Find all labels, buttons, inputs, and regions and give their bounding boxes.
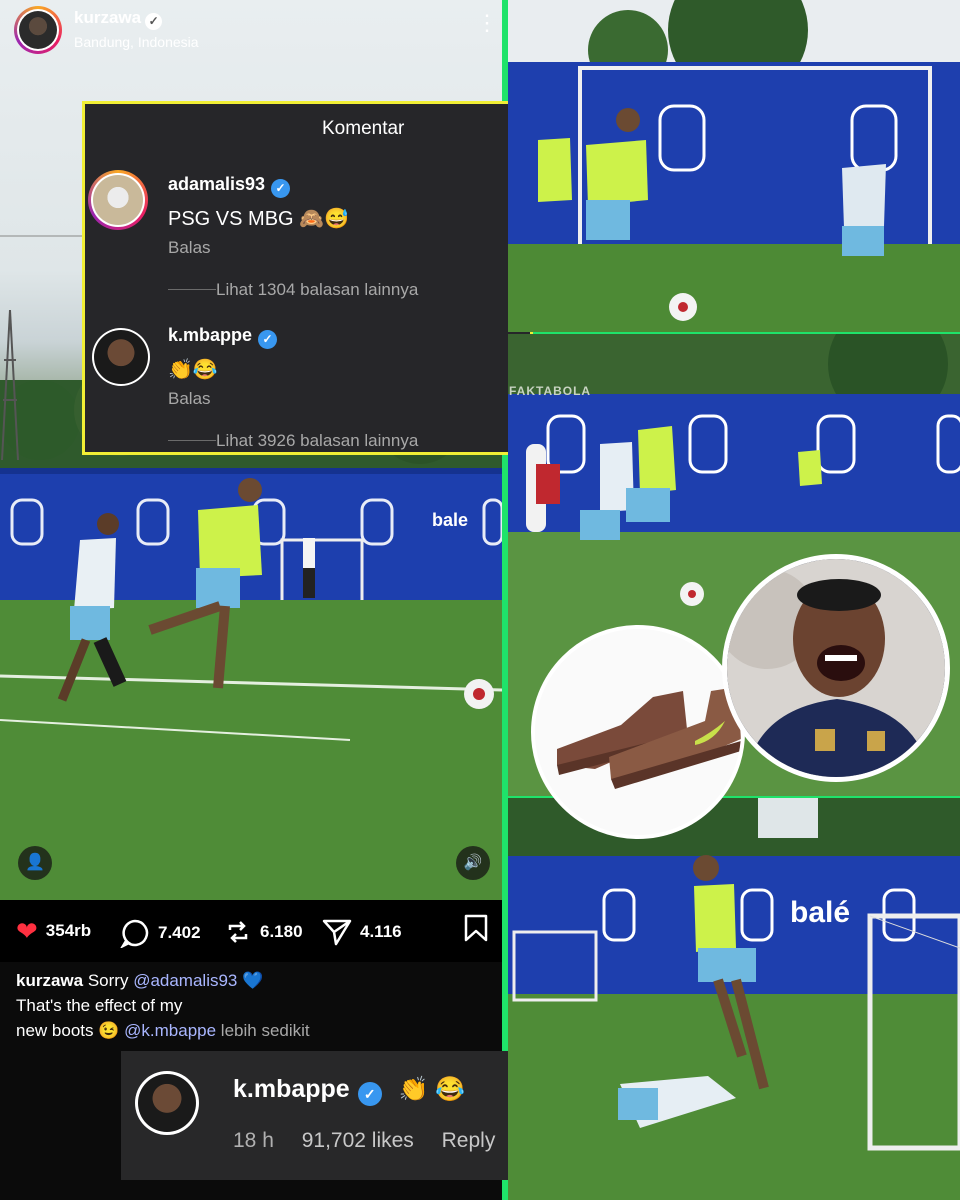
- training-photo-1: [508, 0, 960, 332]
- heart-icon: ❤: [16, 916, 38, 946]
- verified-badge-icon: ✓: [258, 330, 278, 349]
- verified-badge-icon: ✓: [145, 13, 163, 30]
- player-portrait: [722, 554, 950, 782]
- repost-icon: [228, 921, 248, 943]
- caption-less-link[interactable]: lebih sedikit: [221, 1021, 310, 1040]
- wink-emoji: 😉: [98, 1021, 120, 1040]
- likes-count: 354rb: [45, 921, 92, 940]
- view-more-replies[interactable]: Lihat 1304 balasan lainnya: [216, 280, 418, 300]
- blue-heart-emoji: 💙: [242, 971, 264, 990]
- more-dots-icon[interactable]: ⋮: [476, 12, 498, 34]
- replies-divider: [168, 440, 216, 441]
- comment-likes[interactable]: 91,702 likes: [302, 1129, 414, 1152]
- comment-username-text[interactable]: adamalis93: [168, 174, 265, 194]
- training-scene: [508, 0, 960, 332]
- comment-username[interactable]: k.mbappe: [233, 1075, 350, 1103]
- commenter-avatar[interactable]: [92, 328, 150, 386]
- post-location[interactable]: Bandung, Indonesia: [74, 34, 199, 50]
- profile-avatar[interactable]: [14, 6, 62, 54]
- replies-divider: [168, 289, 216, 290]
- svg-text:bale: bale: [432, 510, 468, 530]
- reply-button[interactable]: Balas: [168, 238, 211, 258]
- caption-mention-adamalis93[interactable]: @adamalis93: [133, 971, 237, 990]
- caption-line: That's the effect of my: [16, 996, 183, 1015]
- caption-author[interactable]: kurzawa: [16, 971, 83, 990]
- like-button[interactable]: ❤ 354rb: [16, 918, 91, 944]
- post-actions-bar: ❤ 354rb 7.402 6.180 4.116: [0, 900, 502, 962]
- verified-badge-icon: ✓: [357, 1082, 382, 1106]
- watermark-text: FAKTABOLA: [509, 384, 592, 398]
- boots-image: [531, 625, 745, 839]
- comment-text: 👏 😂: [398, 1076, 466, 1103]
- training-scene: balé: [508, 798, 960, 1200]
- post-header: kurzawa ✓ Bandung, Indonesia ⋮: [0, 0, 502, 62]
- caption-line: new boots: [16, 1021, 94, 1040]
- caption-mention-kmbappe[interactable]: @k.mbappe: [124, 1021, 216, 1040]
- comments-count: 7.402: [158, 923, 201, 942]
- comment-username[interactable]: adamalis93 ✓: [168, 174, 291, 198]
- featured-comment-card: k.mbappe ✓ 👏 😂 18 h 91,702 likes Reply: [121, 1051, 537, 1180]
- svg-text:balé: balé: [790, 896, 850, 929]
- comment-username[interactable]: k.mbappe ✓: [168, 325, 278, 349]
- post-username[interactable]: kurzawa ✓: [74, 8, 163, 30]
- reply-button[interactable]: Reply: [442, 1129, 496, 1152]
- boots-illustration: [535, 629, 741, 835]
- caption-text: Sorry: [87, 971, 129, 990]
- shares-count: 4.116: [360, 922, 402, 941]
- featured-comment-header: k.mbappe ✓ 👏 😂: [233, 1075, 465, 1106]
- sound-on-icon[interactable]: 🔊: [456, 846, 490, 880]
- comment-bubble-icon: [120, 919, 149, 948]
- send-icon: [322, 919, 352, 946]
- comment-text: 👏😂: [168, 359, 218, 381]
- post-caption: kurzawa Sorry @adamalis93 💙 That's the e…: [16, 968, 492, 1043]
- share-button[interactable]: 4.116: [322, 918, 402, 946]
- comment-button[interactable]: 7.402: [120, 918, 201, 948]
- reply-button[interactable]: Balas: [168, 389, 211, 409]
- verified-badge-icon: ✓: [271, 179, 291, 198]
- post-username-text[interactable]: kurzawa: [74, 8, 141, 27]
- training-photo-3: balé: [508, 798, 960, 1200]
- comment-username-text[interactable]: k.mbappe: [168, 325, 252, 345]
- comments-panel: Komentar adamalis93 ✓ PSG VS MBG 🙈😅 Balas…: [82, 101, 533, 455]
- player-portrait-illustration: [727, 559, 945, 777]
- bookmark-icon[interactable]: [462, 914, 490, 942]
- comment-meta: 18 h 91,702 likes Reply: [233, 1129, 517, 1153]
- commenter-avatar[interactable]: [135, 1071, 199, 1135]
- commenter-avatar[interactable]: [88, 170, 148, 230]
- repost-button[interactable]: 6.180: [224, 918, 303, 946]
- reposts-count: 6.180: [260, 922, 303, 941]
- comment-time: 18 h: [233, 1129, 274, 1152]
- user-tag-icon[interactable]: 👤: [18, 846, 52, 880]
- comment-text: PSG VS MBG 🙈😅: [168, 208, 349, 230]
- comments-panel-title: Komentar: [322, 118, 405, 139]
- view-more-replies[interactable]: Lihat 3926 balasan lainnya: [216, 431, 418, 451]
